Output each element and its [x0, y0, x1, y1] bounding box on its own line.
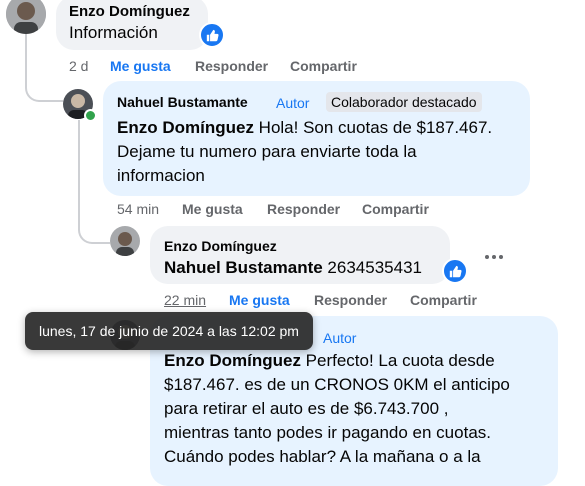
thread-line — [25, 34, 27, 74]
comment-timestamp[interactable]: 22 min — [164, 292, 206, 308]
comment-text: Enzo Domínguez Hola! Son cuotas de $187.… — [117, 118, 493, 185]
reply-button[interactable]: Responder — [195, 58, 268, 74]
avatar[interactable] — [110, 226, 140, 256]
comment-author[interactable]: Enzo Domínguez — [164, 238, 277, 254]
top-contributor-badge: Colaborador destacado — [326, 92, 482, 112]
comment-timestamp[interactable]: 2 d — [69, 58, 88, 74]
like-reaction-icon[interactable] — [442, 258, 468, 284]
comment-text: Información — [69, 23, 158, 42]
author-badge: Autor — [276, 95, 310, 111]
comment-author[interactable]: Enzo Domínguez — [69, 3, 190, 20]
mention-link[interactable]: Enzo Domínguez — [164, 351, 301, 370]
comment-timestamp[interactable]: 54 min — [117, 201, 159, 217]
reply-button[interactable]: Responder — [314, 292, 387, 308]
like-button[interactable]: Me gusta — [110, 58, 171, 74]
like-button[interactable]: Me gusta — [182, 201, 243, 217]
like-button[interactable]: Me gusta — [229, 292, 290, 308]
online-status-dot — [84, 109, 97, 122]
author-badge: Autor — [323, 330, 357, 346]
comment-author[interactable]: Nahuel Bustamante — [117, 94, 248, 110]
share-button[interactable]: Compartir — [362, 201, 429, 217]
thread-line-curve — [78, 210, 110, 244]
comment-text: Nahuel Bustamante 2634535431 — [164, 258, 422, 277]
mention-link[interactable]: Nahuel Bustamante — [164, 258, 323, 277]
reply-button[interactable]: Responder — [267, 201, 340, 217]
thread-line-curve — [25, 74, 63, 102]
mention-link[interactable]: Enzo Domínguez — [117, 118, 254, 137]
thread-line — [78, 120, 80, 210]
comment-text: Enzo Domínguez Perfecto! La cuota desde … — [164, 351, 510, 466]
share-button[interactable]: Compartir — [410, 292, 477, 308]
avatar[interactable] — [6, 0, 46, 34]
more-options-icon[interactable] — [485, 255, 503, 259]
like-reaction-icon[interactable] — [199, 22, 225, 48]
timestamp-tooltip: lunes, 17 de junio de 2024 a las 12:02 p… — [25, 312, 313, 350]
share-button[interactable]: Compartir — [290, 58, 357, 74]
